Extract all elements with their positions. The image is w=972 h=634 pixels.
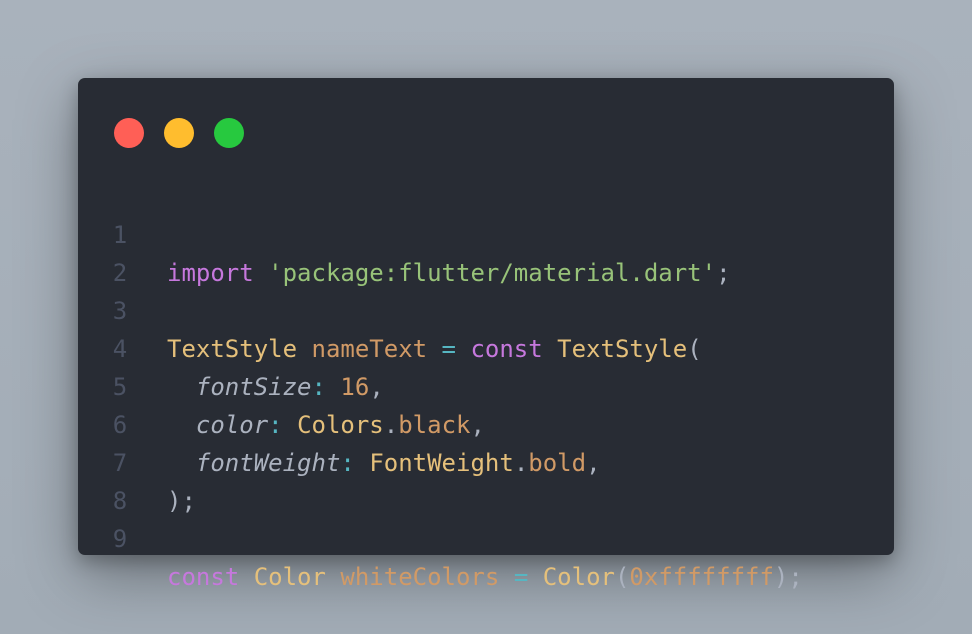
close-button[interactable]	[114, 118, 144, 148]
code-text: const Color whiteColors = Color(0xffffff…	[167, 563, 803, 591]
minimize-button[interactable]	[164, 118, 194, 148]
code-line: 4 fontSize: 16,	[78, 292, 894, 401]
variable-name: whiteColors	[340, 563, 500, 591]
code-line: 5 color: Colors.black,	[78, 330, 894, 439]
line-number: 9	[112, 525, 128, 553]
code-line: 8	[78, 444, 894, 515]
code-line: 6 fontWeight: FontWeight.bold,	[78, 368, 894, 477]
code-line: 7 );	[78, 406, 894, 515]
maximize-button[interactable]	[214, 118, 244, 148]
code-line: 3 TextStyle nameText = const TextStyle(	[78, 254, 894, 363]
class-name: Color	[253, 563, 326, 591]
code-line: 2	[78, 216, 894, 287]
number-literal: 0xffffffff	[629, 563, 774, 591]
class-name: Color	[542, 563, 615, 591]
operator: =	[513, 563, 529, 591]
code-line: 9 const Color whiteColors = Color(0xffff…	[78, 482, 894, 591]
keyword: const	[167, 563, 240, 591]
code-block: 1 import 'package:flutter/material.dart'…	[78, 178, 894, 591]
code-line: 1 import 'package:flutter/material.dart'…	[78, 178, 894, 287]
window-controls	[114, 118, 244, 148]
code-window: 1 import 'package:flutter/material.dart'…	[78, 78, 894, 591]
